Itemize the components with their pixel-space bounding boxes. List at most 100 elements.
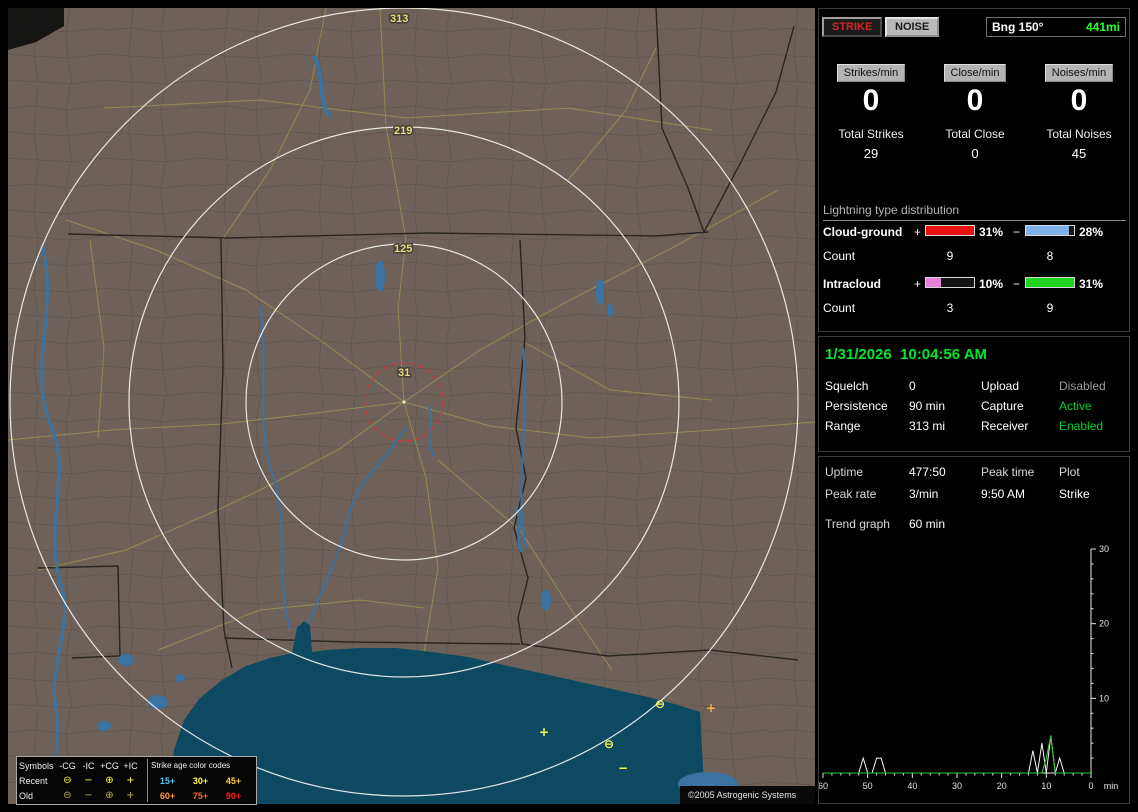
trend-graph-label: Trend graph [825, 517, 890, 531]
stats-section: STRIKE NOISE Bng 150° 441mi Strikes/min … [818, 8, 1130, 332]
copyright-text: ©2005 Astrogenic Systems [688, 790, 797, 800]
intracloud-row: Intracloud + 10% − 31% [819, 277, 1131, 293]
legend-row-old-label: Old [19, 790, 34, 801]
plot-label: Plot [1059, 465, 1080, 479]
squelch-value: 0 [909, 379, 916, 393]
age-90: 90+ [225, 790, 242, 801]
cloud-ground-row: Cloud-ground + 31% − 28% [819, 225, 1131, 241]
svg-text:50: 50 [863, 781, 873, 791]
ring-label-219: 219 [394, 125, 412, 137]
trend-graph-row: Trend graph 60 min [819, 517, 1131, 533]
close-per-min-button[interactable]: Close/min [943, 64, 1007, 82]
old-neg-cg-symbol: ⊖ [63, 789, 72, 801]
minus-sign: − [1013, 277, 1021, 291]
cg-minus-bar [1025, 225, 1075, 236]
svg-text:30: 30 [1099, 544, 1109, 554]
upload-label: Upload [981, 379, 1020, 393]
datetime-display: 1/31/2026 10:04:56 AM [825, 346, 988, 363]
total-noises-label: Total Noises [1046, 127, 1112, 141]
total-strikes-label: Total Strikes [838, 127, 904, 141]
svg-text:40: 40 [907, 781, 917, 791]
bearing-range-value: 441mi [1085, 20, 1120, 34]
ring-label-313: 313 [390, 13, 408, 25]
plus-sign: + [914, 277, 922, 291]
strike-legend: Symbols -CG -IC +CG +IC Strike age color… [16, 756, 257, 805]
plot-value: Strike [1059, 487, 1090, 501]
intracloud-label: Intracloud [823, 277, 882, 291]
ring-label-125: 125 [394, 243, 412, 255]
legend-col-neg-cg: -CG [59, 760, 76, 771]
total-close-value: 0 [971, 146, 979, 161]
legend-col-pos-cg: +CG [100, 760, 119, 771]
lightning-map[interactable]: 313 219 125 31 ⊖ + + ⊖ − Symbols -CG -IC +CG… [8, 8, 815, 805]
recent-pos-ic-symbol: + [126, 774, 135, 786]
trend-window-value: 60 min [909, 517, 946, 531]
svg-text:20: 20 [997, 781, 1007, 791]
range-row: Range 313 mi Receiver Enabled [819, 419, 1131, 435]
squelch-label: Squelch [825, 379, 869, 393]
svg-text:0: 0 [1088, 781, 1093, 791]
trend-section: Uptime 477:50 Peak time Plot Peak rate 3… [818, 456, 1130, 804]
count-label: Count [823, 249, 856, 263]
count-label: Count [823, 301, 856, 315]
svg-text:30: 30 [952, 781, 962, 791]
age-30: 30+ [192, 775, 209, 786]
noise-button[interactable]: NOISE [885, 17, 940, 37]
svg-text:10: 10 [1041, 781, 1051, 791]
peak-rate-value: 3/min [909, 487, 939, 501]
status-section: 1/31/2026 10:04:56 AM Squelch 0 Upload D… [818, 336, 1130, 452]
capture-status: Active [1059, 399, 1092, 413]
cloud-ground-count-row: Count 9 8 [819, 249, 1131, 265]
noises-rate-column: Noises/min 0 Total Noises 45 [1027, 63, 1131, 161]
svg-text:20: 20 [1099, 619, 1109, 629]
total-strikes-value: 29 [863, 146, 879, 161]
noises-per-min-value: 0 [1070, 84, 1088, 117]
capture-label: Capture [981, 399, 1024, 413]
ic-plus-pct: 10% [979, 277, 1004, 291]
uptime-row: Uptime 477:50 Peak time Plot [819, 465, 1131, 481]
cg-plus-count: 9 [946, 249, 954, 263]
old-pos-cg-symbol: ⊕ [105, 789, 114, 801]
ic-plus-bar [925, 277, 975, 288]
upload-status: Disabled [1059, 379, 1106, 393]
strikes-per-min-button[interactable]: Strikes/min [836, 64, 906, 82]
cg-minus-pct: 28% [1079, 225, 1104, 239]
strike-button[interactable]: STRIKE [822, 17, 883, 37]
bearing-display: Bng 150° 441mi [986, 17, 1126, 37]
peak-rate-label: Peak rate [825, 487, 877, 501]
age-45: 45+ [225, 775, 242, 786]
svg-text:min: min [1104, 781, 1119, 791]
cg-minus-count: 8 [1046, 249, 1054, 263]
persistence-label: Persistence [825, 399, 888, 413]
range-label: Range [825, 419, 861, 433]
old-neg-ic-symbol: − [84, 789, 93, 801]
intracloud-count-row: Count 3 9 [819, 301, 1131, 317]
strikes-rate-column: Strikes/min 0 Total Strikes 29 [819, 63, 923, 161]
persistence-row: Persistence 90 min Capture Active [819, 399, 1131, 415]
strikes-per-min-value: 0 [862, 84, 880, 117]
close-per-min-value: 0 [966, 84, 984, 117]
recent-neg-cg-symbol: ⊖ [63, 774, 72, 786]
ring-label-31: 31 [398, 367, 410, 379]
legend-col-neg-ic: -IC [82, 760, 95, 771]
cloud-ground-label: Cloud-ground [823, 225, 903, 239]
squelch-row: Squelch 0 Upload Disabled [819, 379, 1131, 395]
receiver-status: Enabled [1059, 419, 1104, 433]
bearing-label: Bng 150° [992, 20, 1044, 34]
total-close-label: Total Close [945, 127, 1005, 141]
map-canvas: 313 219 125 31 [8, 8, 815, 804]
legend-row-recent-label: Recent [19, 775, 48, 786]
receiver-label: Receiver [981, 419, 1029, 433]
noises-per-min-button[interactable]: Noises/min [1044, 64, 1114, 82]
peak-rate-row: Peak rate 3/min 9:50 AM Strike [819, 487, 1131, 503]
old-pos-ic-symbol: + [126, 789, 135, 801]
recent-neg-ic-symbol: − [84, 774, 93, 786]
uptime-value: 477:50 [909, 465, 946, 479]
ic-plus-count: 3 [946, 301, 954, 315]
recent-pos-cg-symbol: ⊕ [105, 774, 114, 786]
range-value: 313 mi [909, 419, 946, 433]
ic-minus-count: 9 [1046, 301, 1054, 315]
legend-col-pos-ic: +IC [123, 760, 138, 771]
close-rate-column: Close/min 0 Total Close 0 [923, 63, 1027, 161]
peak-time-label: Peak time [981, 465, 1035, 479]
